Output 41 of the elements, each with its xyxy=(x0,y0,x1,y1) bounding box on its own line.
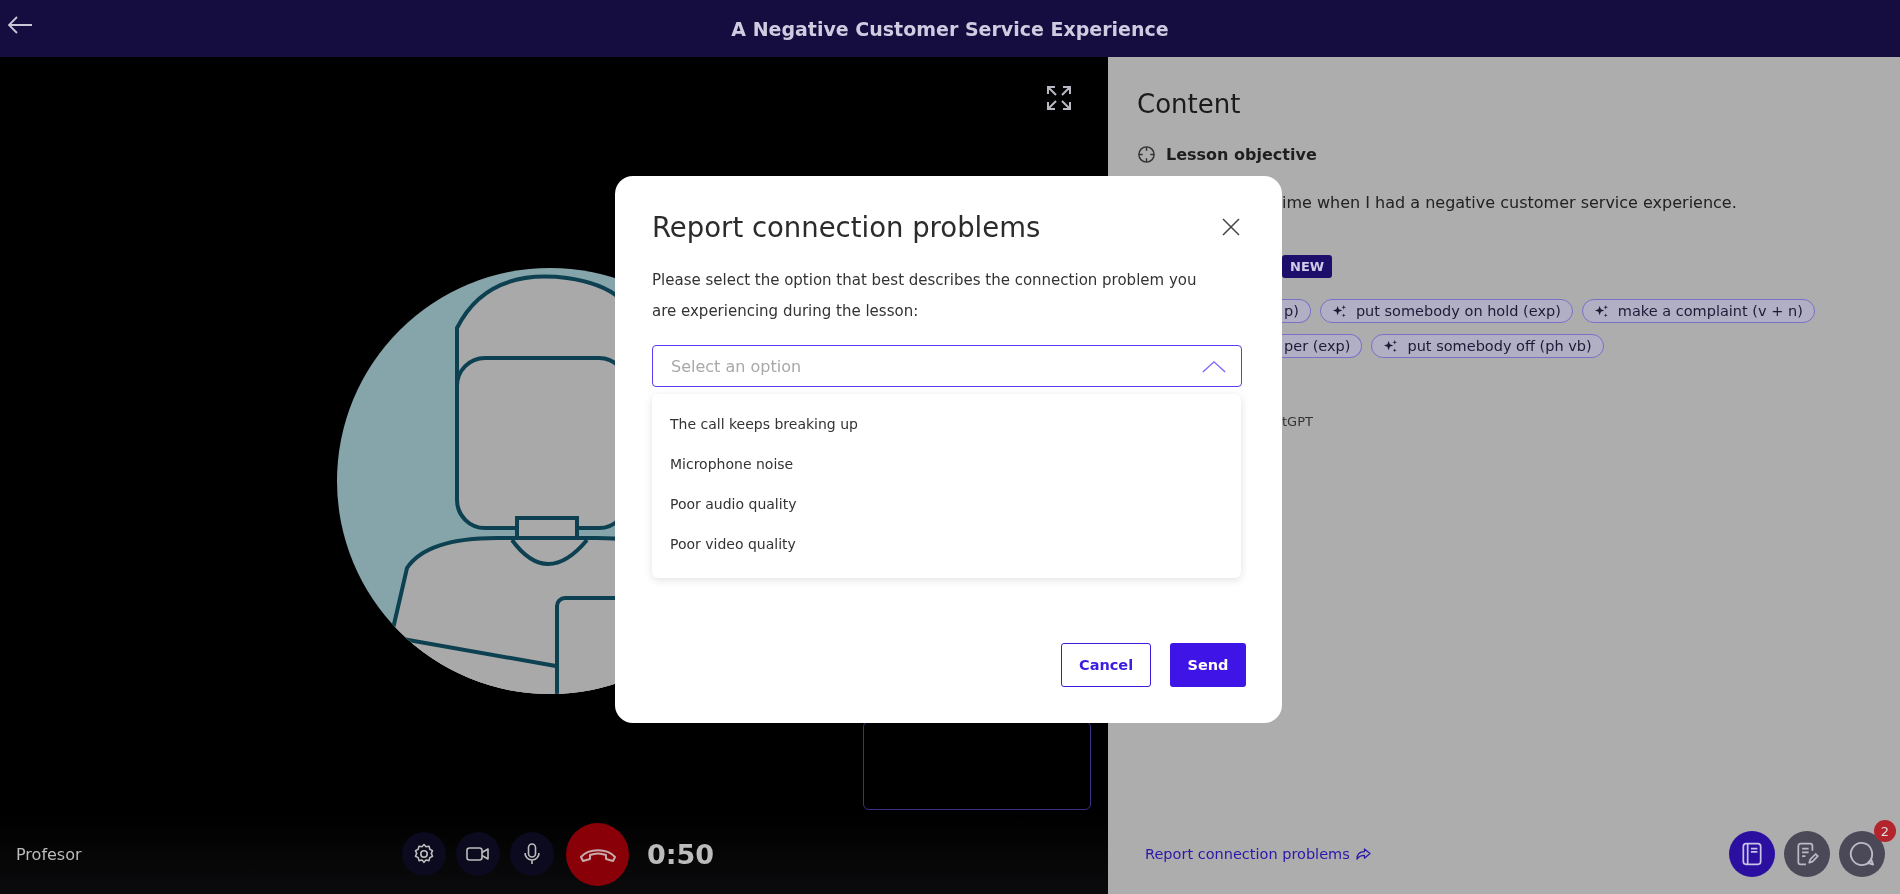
vocabulary-chip[interactable]: per (exp) xyxy=(1282,334,1363,358)
sparkle-icon xyxy=(1331,303,1347,319)
sparkle-icon xyxy=(1383,338,1399,354)
report-link[interactable]: Report connection problems xyxy=(1145,846,1371,862)
notification-badge: 2 xyxy=(1874,820,1896,842)
notes-button[interactable] xyxy=(1784,831,1830,877)
footnote-text: tGPT xyxy=(1282,414,1313,429)
vocabulary-chip[interactable]: put somebody off (ph vb) xyxy=(1371,334,1604,358)
dropdown-option[interactable]: Poor audio quality xyxy=(652,484,1241,524)
expand-icon[interactable] xyxy=(1045,84,1073,112)
share-arrow-icon xyxy=(1355,847,1371,861)
gear-icon xyxy=(412,842,436,866)
book-button[interactable] xyxy=(1729,831,1775,877)
vocabulary-chip[interactable]: put somebody on hold (exp) xyxy=(1319,299,1573,323)
dialog-description: Please select the option that best describes the connection problem you are experiencing during the lesson: xyxy=(652,270,1198,322)
chat-icon xyxy=(1848,840,1876,868)
dropdown-option[interactable]: Poor video quality xyxy=(652,524,1241,564)
panel-heading: Content xyxy=(1137,89,1242,119)
dialog-title: Report connection problems xyxy=(652,211,1041,243)
microphone-button[interactable] xyxy=(510,832,554,876)
chevron-up-icon xyxy=(1201,358,1227,374)
dropdown-option[interactable]: Microphone noise xyxy=(652,444,1241,484)
vocabulary-chip[interactable]: make a complaint (v + n) xyxy=(1581,299,1815,323)
notes-icon xyxy=(1794,841,1820,867)
vocabulary-chip[interactable]: p) xyxy=(1282,299,1311,323)
call-timer: 0:50 xyxy=(647,838,715,870)
close-icon[interactable] xyxy=(1221,217,1241,237)
send-button[interactable]: Send xyxy=(1170,643,1246,687)
participant-name: Profesor xyxy=(16,844,83,864)
lesson-title: A Negative Customer Service Experience xyxy=(731,17,1169,40)
settings-button[interactable] xyxy=(402,832,446,876)
crosshair-icon xyxy=(1137,145,1156,164)
dropdown-option[interactable]: The call keeps breaking up xyxy=(652,404,1241,444)
camera-button[interactable] xyxy=(456,832,500,876)
cancel-button[interactable]: Cancel xyxy=(1061,643,1151,687)
section-title: Lesson objective xyxy=(1166,145,1317,164)
book-icon xyxy=(1739,841,1765,867)
new-badge: NEW xyxy=(1282,255,1333,278)
sparkle-icon xyxy=(1593,303,1609,319)
back-arrow-icon[interactable] xyxy=(7,15,33,35)
objective-text: ime when I had a negative customer service experience. xyxy=(1282,193,1737,212)
